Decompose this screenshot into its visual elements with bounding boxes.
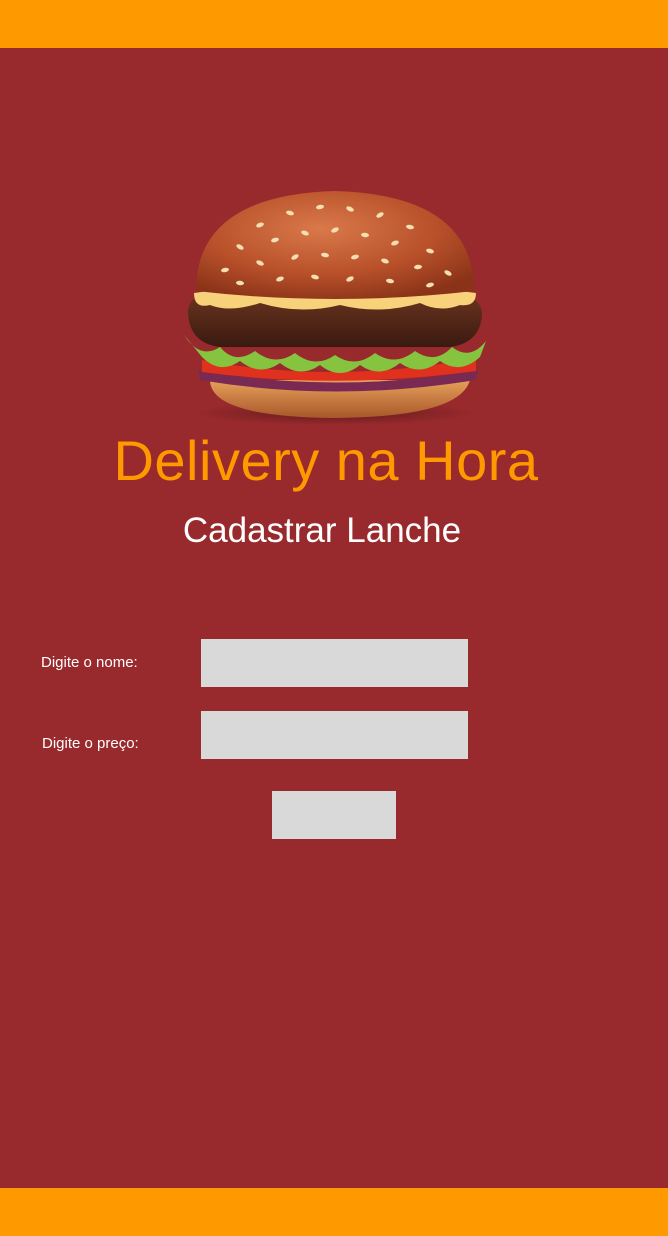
burger-image bbox=[180, 185, 490, 425]
submit-button[interactable] bbox=[272, 791, 396, 839]
page-title: Cadastrar Lanche bbox=[182, 511, 462, 550]
price-label: Digite o preço: bbox=[42, 735, 139, 752]
name-label: Digite o nome: bbox=[41, 654, 138, 671]
price-input[interactable] bbox=[201, 711, 468, 759]
bottom-bar bbox=[0, 1188, 668, 1236]
name-input[interactable] bbox=[201, 639, 468, 687]
top-bar bbox=[0, 0, 668, 48]
app-title: Delivery na Hora bbox=[113, 429, 539, 492]
